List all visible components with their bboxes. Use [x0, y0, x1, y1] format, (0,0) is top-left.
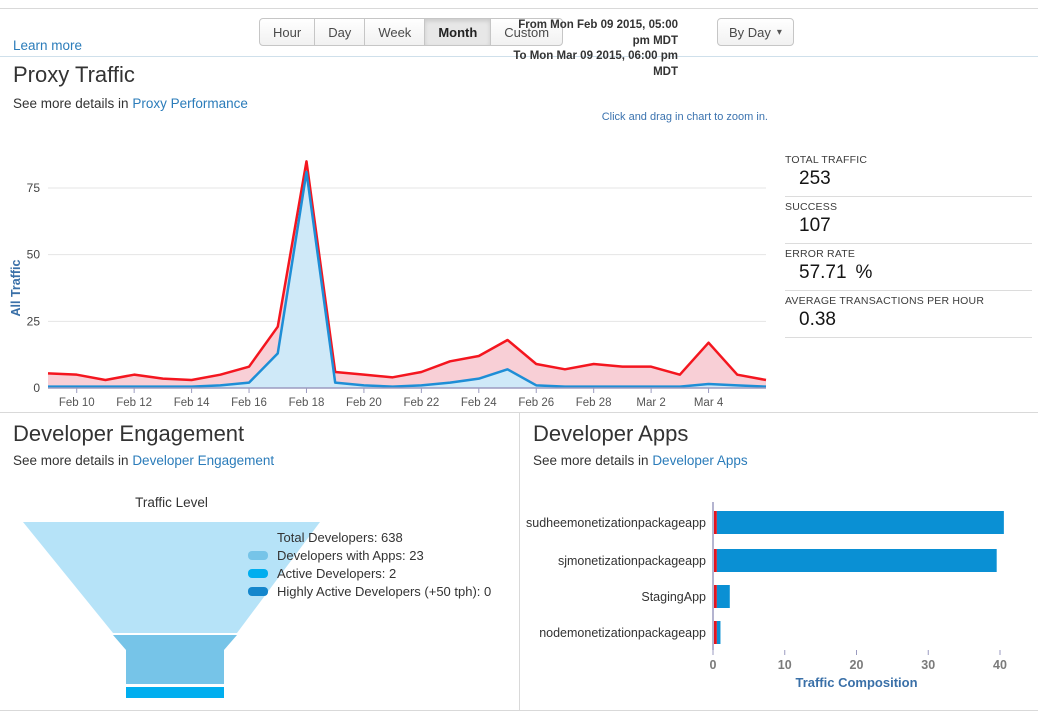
- range-button-hour[interactable]: Hour: [259, 18, 315, 46]
- developer-apps-subtitle: See more details in Developer Apps: [533, 453, 748, 468]
- proxy-traffic-subtitle: See more details in Proxy Performance: [13, 96, 248, 111]
- legend-label: Highly Active Developers (+50 tph): 0: [277, 584, 491, 599]
- svg-text:25: 25: [27, 314, 41, 328]
- legend-swatch-icon: [248, 569, 268, 578]
- svg-text:StagingApp: StagingApp: [641, 590, 706, 604]
- learn-more-link[interactable]: Learn more: [13, 38, 82, 53]
- stat-label: TOTAL TRAFFIC: [785, 153, 1032, 167]
- funnel-title: Traffic Level: [23, 495, 320, 510]
- svg-text:Mar 2: Mar 2: [636, 397, 665, 408]
- date-range-to: To Mon Mar 09 2015, 06:00 pm MDT: [500, 49, 678, 80]
- svg-text:Feb 14: Feb 14: [174, 397, 210, 408]
- svg-text:Feb 16: Feb 16: [231, 397, 267, 408]
- group-by-dropdown[interactable]: By Day ▾: [717, 18, 794, 46]
- svg-text:Feb 10: Feb 10: [59, 397, 95, 408]
- svg-text:nodemonetizationpackageapp: nodemonetizationpackageapp: [539, 626, 706, 640]
- stat-error-rate: ERROR RATE 57.71%: [785, 244, 1032, 291]
- developer-engagement-section: Developer Engagement See more details in…: [0, 413, 520, 710]
- stat-avg-tph: AVERAGE TRANSACTIONS PER HOUR 0.38: [785, 291, 1032, 338]
- svg-text:sjmonetizationpackageapp: sjmonetizationpackageapp: [558, 554, 706, 568]
- stat-total-traffic: TOTAL TRAFFIC 253: [785, 150, 1032, 197]
- proxy-traffic-heading: Proxy Traffic: [13, 62, 135, 88]
- range-button-week[interactable]: Week: [364, 18, 425, 46]
- svg-text:0: 0: [710, 658, 717, 672]
- details-prefix-text: See more details in: [533, 453, 652, 468]
- svg-text:0: 0: [33, 381, 40, 395]
- funnel-legend: Total Developers: 638 Developers with Ap…: [248, 530, 491, 602]
- legend-label: Total Developers: 638: [277, 530, 403, 545]
- svg-text:Feb 18: Feb 18: [289, 397, 325, 408]
- svg-text:40: 40: [993, 658, 1007, 672]
- date-range-display: From Mon Feb 09 2015, 05:00 pm MDT To Mo…: [500, 18, 678, 80]
- svg-text:Mar 4: Mar 4: [694, 397, 724, 408]
- stat-label: SUCCESS: [785, 200, 1032, 214]
- range-button-month[interactable]: Month: [424, 18, 491, 46]
- legend-swatch-icon: [248, 587, 268, 596]
- stat-unit: %: [856, 262, 873, 283]
- svg-text:Feb 12: Feb 12: [116, 397, 152, 408]
- funnel-legend-item: Highly Active Developers (+50 tph): 0: [248, 584, 491, 598]
- proxy-traffic-chart[interactable]: 0 25 50 75 Feb 10 Feb 12 Feb 14 Feb 16 Feb 18 Feb…: [8, 140, 778, 408]
- legend-swatch-icon: [248, 551, 268, 560]
- group-by-label: By Day: [729, 25, 771, 40]
- svg-text:sudheemonetizationpackageapp: sudheemonetizationpackageapp: [526, 516, 706, 530]
- chart-zoom-hint: Click and drag in chart to zoom in.: [602, 111, 768, 123]
- developer-engagement-subtitle: See more details in Developer Engagement: [13, 453, 274, 468]
- developer-engagement-heading: Developer Engagement: [13, 421, 244, 447]
- funnel-bottom-segment: [126, 687, 224, 698]
- stat-value: 107: [799, 215, 1032, 237]
- svg-text:10: 10: [778, 658, 792, 672]
- svg-text:All Traffic: All Traffic: [9, 259, 23, 316]
- details-prefix-text: See more details in: [13, 96, 132, 111]
- analytics-dashboard: Learn more Hour Day Week Month Custom Fr…: [0, 0, 1038, 717]
- proxy-performance-link[interactable]: Proxy Performance: [132, 96, 248, 111]
- svg-text:Feb 24: Feb 24: [461, 397, 497, 408]
- funnel-legend-item: Developers with Apps: 23: [248, 548, 491, 562]
- svg-text:Traffic Composition: Traffic Composition: [795, 675, 917, 690]
- developer-apps-chart[interactable]: sudheemonetizationpackageapp sjmonetizati…: [526, 498, 1036, 698]
- bottom-divider: [0, 710, 1038, 711]
- developer-apps-link[interactable]: Developer Apps: [652, 453, 747, 468]
- developer-engagement-link[interactable]: Developer Engagement: [132, 453, 274, 468]
- svg-text:50: 50: [27, 248, 41, 262]
- svg-text:20: 20: [850, 658, 864, 672]
- svg-text:75: 75: [27, 181, 41, 195]
- date-range-toolbar: Learn more Hour Day Week Month Custom Fr…: [0, 8, 1038, 57]
- details-prefix-text: See more details in: [13, 453, 132, 468]
- stat-value: 57.71%: [799, 262, 1032, 284]
- funnel-legend-item: Total Developers: 638: [248, 530, 491, 544]
- caret-down-icon: ▾: [777, 27, 782, 38]
- stat-value: 253: [799, 168, 1032, 190]
- svg-text:Feb 26: Feb 26: [518, 397, 554, 408]
- stat-label: AVERAGE TRANSACTIONS PER HOUR: [785, 294, 1032, 308]
- svg-text:Feb 28: Feb 28: [576, 397, 612, 408]
- stat-success: SUCCESS 107: [785, 197, 1032, 244]
- legend-swatch-icon: [248, 533, 268, 542]
- stat-value: 0.38: [799, 309, 1032, 331]
- stat-label: ERROR RATE: [785, 247, 1032, 261]
- funnel-legend-item: Active Developers: 2: [248, 566, 491, 580]
- svg-text:Feb 22: Feb 22: [403, 397, 439, 408]
- range-button-day[interactable]: Day: [314, 18, 365, 46]
- traffic-stats-panel: TOTAL TRAFFIC 253 SUCCESS 107 ERROR RATE…: [785, 150, 1032, 338]
- funnel-mid-segment: [113, 635, 237, 684]
- legend-label: Active Developers: 2: [277, 566, 396, 581]
- svg-text:Feb 20: Feb 20: [346, 397, 382, 408]
- legend-label: Developers with Apps: 23: [277, 548, 424, 563]
- developer-apps-heading: Developer Apps: [533, 421, 688, 447]
- date-range-from: From Mon Feb 09 2015, 05:00 pm MDT: [500, 18, 678, 49]
- developer-apps-section: Developer Apps See more details in Devel…: [521, 413, 1038, 710]
- svg-text:30: 30: [921, 658, 935, 672]
